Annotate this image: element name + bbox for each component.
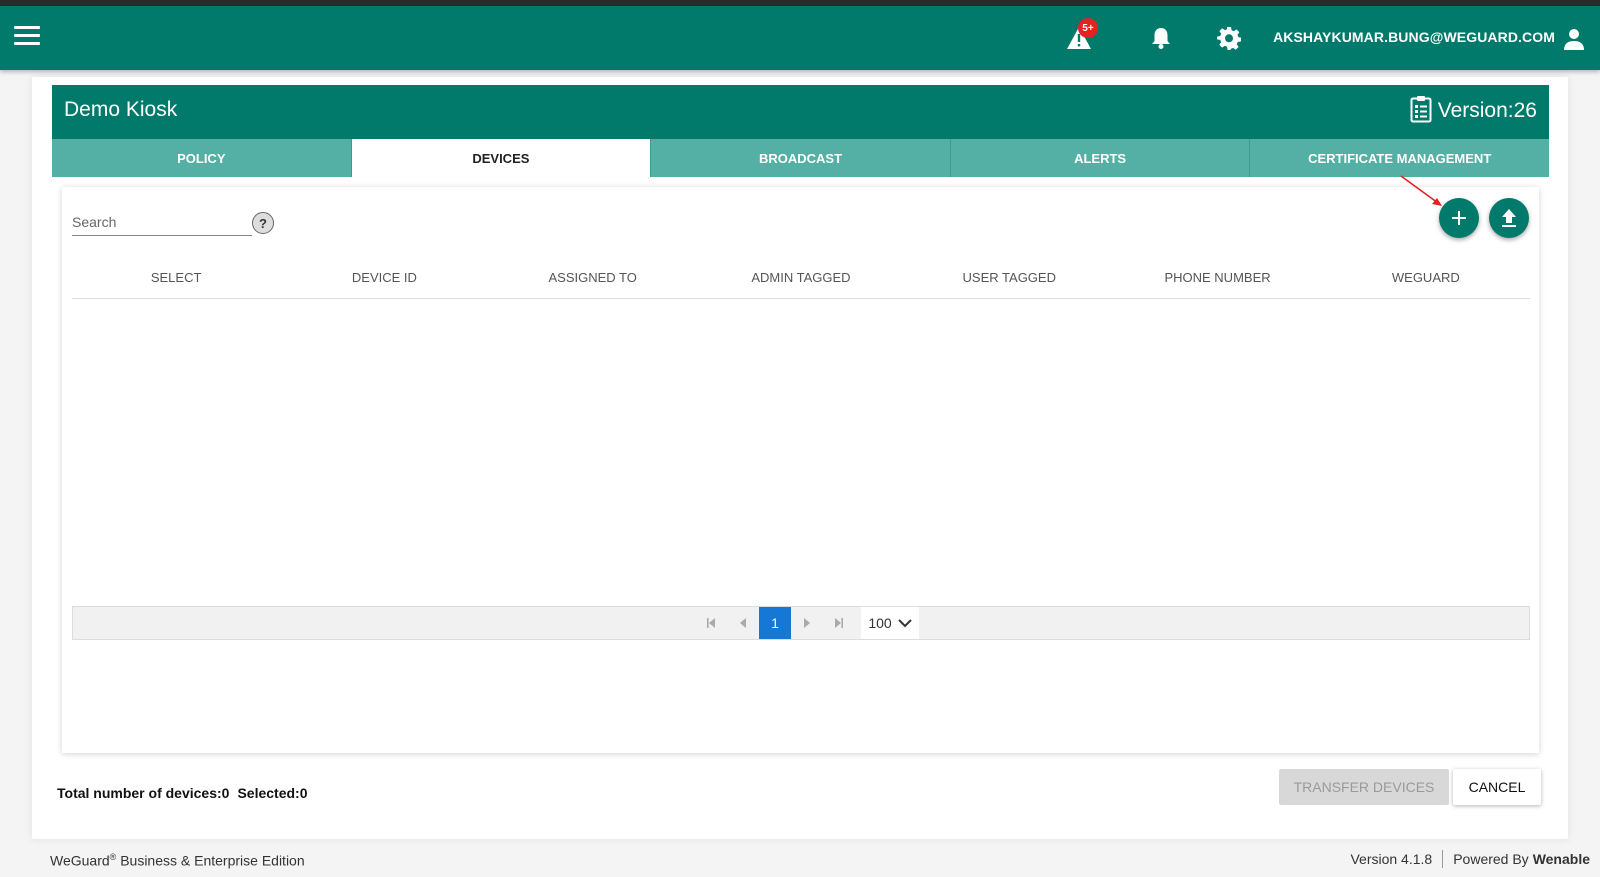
footer-edition-text: Business & Enterprise Edition xyxy=(116,852,305,869)
powered-by-brand: Wenable xyxy=(1532,851,1590,867)
page-size-value: 100 xyxy=(868,615,892,631)
tab-alerts[interactable]: ALERTS xyxy=(950,139,1251,177)
first-page-icon xyxy=(707,618,715,628)
tab-devices[interactable]: DEVICES xyxy=(351,139,652,177)
column-device-id[interactable]: DEVICE ID xyxy=(280,267,488,298)
account-icon[interactable] xyxy=(1562,27,1586,51)
version-info: Version:26 xyxy=(1410,95,1537,123)
cancel-button[interactable]: CANCEL xyxy=(1453,769,1541,805)
red-arrow-annotation xyxy=(1400,175,1442,206)
bell-icon[interactable] xyxy=(1150,26,1176,52)
footer-version-info: Version 4.1.8 Powered By Wenable xyxy=(1350,850,1590,868)
column-phone-number[interactable]: PHONE NUMBER xyxy=(1113,267,1321,298)
previous-page-icon xyxy=(740,618,746,628)
policy-version: Version:26 xyxy=(1437,99,1537,122)
search-input[interactable] xyxy=(72,210,252,230)
page-size-select[interactable]: 100 xyxy=(861,607,919,639)
column-select[interactable]: SELECT xyxy=(72,267,280,298)
tab-policy[interactable]: POLICY xyxy=(52,139,352,177)
selected-devices: Selected:0 xyxy=(237,785,308,801)
user-email[interactable]: AKSHAYKUMAR.BUNG@WEGUARD.COM xyxy=(1273,29,1555,45)
column-user-tagged[interactable]: USER TAGGED xyxy=(905,267,1113,298)
app-version: Version 4.1.8 xyxy=(1350,851,1433,867)
powered-by-label: Powered By xyxy=(1453,851,1529,867)
menu-icon[interactable] xyxy=(14,26,40,48)
help-icon[interactable]: ? xyxy=(252,212,274,234)
chevron-down-icon xyxy=(897,619,912,628)
column-weguard[interactable]: WEGUARD xyxy=(1322,267,1530,298)
devices-table-header: SELECT DEVICE ID ASSIGNED TO ADMIN TAGGE… xyxy=(72,267,1530,299)
upload-devices-button[interactable] xyxy=(1489,198,1529,238)
device-summary: Total number of devices:0 Selected:0 xyxy=(57,785,316,801)
upload-icon xyxy=(1502,209,1516,227)
column-admin-tagged[interactable]: ADMIN TAGGED xyxy=(697,267,905,298)
alerts-count-badge: 5+ xyxy=(1078,18,1098,38)
last-page-button[interactable] xyxy=(823,607,855,639)
alert-triangle-icon[interactable]: 5+ xyxy=(1066,18,1098,52)
policy-tabs: POLICY DEVICES BROADCAST ALERTS CERTIFIC… xyxy=(52,139,1549,177)
devices-panel: ? SELECT DEVICE ID ASSIGNED TO ADMIN TAG… xyxy=(62,175,1539,753)
last-page-icon xyxy=(835,618,843,628)
page-number-current[interactable]: 1 xyxy=(759,607,791,639)
next-page-icon xyxy=(804,618,810,628)
total-devices: Total number of devices:0 xyxy=(57,785,230,801)
footer-divider xyxy=(1442,850,1444,868)
pagination-bar: 1 100 xyxy=(72,606,1530,640)
column-assigned-to[interactable]: ASSIGNED TO xyxy=(489,267,697,298)
previous-page-button[interactable] xyxy=(727,607,759,639)
footer-edition: WeGuard® Business & Enterprise Edition xyxy=(50,852,305,869)
policy-header: Demo Kiosk Version:26 xyxy=(52,85,1549,139)
plus-icon xyxy=(1452,211,1466,225)
add-device-button[interactable] xyxy=(1439,198,1479,238)
tab-broadcast[interactable]: BROADCAST xyxy=(651,139,951,177)
policy-title: Demo Kiosk xyxy=(64,98,178,121)
first-page-button[interactable] xyxy=(695,607,727,639)
footer-product: WeGuard xyxy=(50,852,110,869)
tab-certificate-management[interactable]: CERTIFICATE MANAGEMENT xyxy=(1250,139,1549,177)
next-page-button[interactable] xyxy=(791,607,823,639)
clipboard-icon xyxy=(1410,96,1432,123)
search-field xyxy=(72,210,252,236)
gear-icon[interactable] xyxy=(1217,26,1243,52)
transfer-devices-button[interactable]: TRANSFER DEVICES xyxy=(1279,769,1449,805)
top-app-bar: 5+ AKSHAYKUMAR.BUNG@WEGUARD.COM xyxy=(0,6,1600,70)
